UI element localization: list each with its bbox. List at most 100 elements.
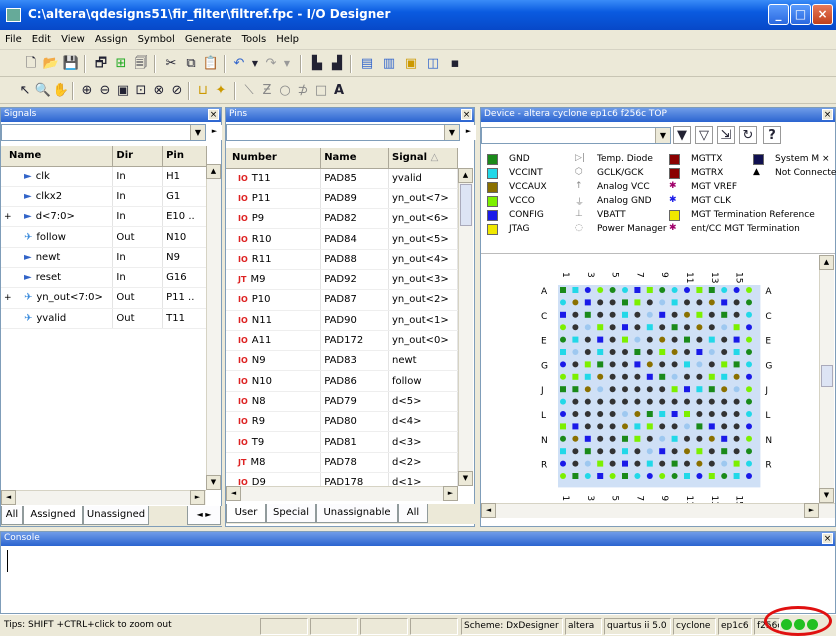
table-row[interactable]: + ► d<7:0> In E10 .. — [1, 206, 207, 228]
menu-generate[interactable]: Generate — [180, 30, 237, 45]
zoom-in-icon[interactable]: ⊕ — [78, 82, 96, 100]
menu-view[interactable]: View — [56, 30, 90, 45]
chevron-down-icon[interactable]: ▼ — [655, 128, 670, 143]
expand-icon[interactable]: + — [4, 293, 12, 303]
menu-assign[interactable]: Assign — [90, 30, 133, 45]
pins-filter-combo[interactable]: ▼ — [226, 124, 460, 141]
tab-special[interactable]: Special — [266, 504, 316, 523]
column-header-number[interactable]: Number — [226, 148, 322, 169]
scroll-right-icon[interactable]: ► — [443, 486, 458, 501]
draw-arc-icon[interactable]: ⊅ — [294, 82, 312, 100]
export-icon[interactable]: 🗐 — [132, 55, 150, 73]
chevron-down-icon[interactable]: ▼ — [444, 125, 459, 140]
table-row[interactable]: IO R11 PAD88 yn_out<4> — [226, 249, 458, 270]
tab-scroll-arrows[interactable]: ◄ ► — [187, 506, 221, 525]
scroll-left-icon[interactable]: ◄ — [481, 503, 496, 518]
help-icon[interactable]: ? — [763, 126, 781, 144]
menu-symbol[interactable]: Symbol — [133, 30, 180, 45]
select-arrow-icon[interactable]: ↖ — [16, 82, 34, 100]
save-icon[interactable]: 💾 — [62, 55, 80, 73]
menu-edit[interactable]: Edit — [27, 30, 56, 45]
column-header-name[interactable]: Name — [1, 146, 114, 167]
close-icon[interactable]: × — [461, 109, 472, 120]
menu-tools[interactable]: Tools — [237, 30, 272, 45]
copy-icon[interactable]: ⧉ — [182, 55, 200, 73]
chevron-right-icon[interactable]: ► — [461, 125, 476, 140]
zoom-tool-icon[interactable]: 🔍 — [34, 82, 52, 100]
bga-package-diagram[interactable]: 1133557799111113131515A AC CE EG GJ JL LN NR R — [481, 255, 819, 507]
chevron-down-icon[interactable]: ▼ — [190, 125, 205, 140]
zoom-select-icon[interactable]: ⊗ — [150, 82, 168, 100]
scroll-down-icon[interactable]: ▼ — [206, 475, 221, 490]
pins-horizontal-scrollbar[interactable]: ◄ ► — [226, 486, 458, 501]
table-row[interactable]: IO R9 PAD80 d<4> — [226, 411, 458, 433]
draw-rect-icon[interactable]: □ — [312, 82, 330, 100]
scroll-right-icon[interactable]: ► — [804, 503, 819, 518]
symbol-icon[interactable]: ⊞ — [112, 55, 130, 73]
tab-unassigned[interactable]: Unassigned — [83, 506, 149, 525]
pins-view-icon[interactable]: ▥ — [380, 55, 398, 73]
sort-icon[interactable]: ⇲ — [717, 126, 735, 144]
table-row[interactable]: ✈ yvalid Out T11 — [1, 308, 207, 329]
table-row[interactable]: ✈ follow Out N10 — [1, 226, 207, 248]
scroll-left-icon[interactable]: ◄ — [1, 490, 16, 505]
new-file-icon[interactable]: 🗋 — [22, 55, 40, 73]
table-row[interactable]: ► reset In G16 — [1, 267, 207, 289]
zoom-out-icon[interactable]: ⊖ — [96, 82, 114, 100]
pin-right-icon[interactable]: ▟ — [328, 55, 346, 73]
scroll-up-icon[interactable]: ▲ — [458, 168, 473, 183]
table-row[interactable]: IO P11 PAD89 yn_out<7> — [226, 188, 458, 210]
table-row[interactable]: IO N9 PAD83 newt — [226, 350, 458, 372]
table-row[interactable]: ► clkx2 In G1 — [1, 186, 207, 208]
redo-dropdown-icon[interactable]: ▼ — [278, 55, 296, 73]
filter-icon[interactable]: ▼ — [673, 126, 691, 144]
zoom-area-icon[interactable]: ⊡ — [132, 82, 150, 100]
draw-text-icon[interactable]: A — [330, 82, 348, 100]
tab-assigned[interactable]: Assigned — [23, 506, 83, 525]
draw-line-icon[interactable]: ⟍ — [240, 82, 258, 100]
symbol-view-icon[interactable]: ◫ — [424, 55, 442, 73]
tab-user[interactable]: User — [226, 504, 266, 523]
expand-icon[interactable]: + — [4, 212, 12, 222]
add-symbol-icon[interactable]: ⊔ — [194, 82, 212, 100]
menu-help[interactable]: Help — [271, 30, 304, 45]
tab-all[interactable]: All — [398, 504, 428, 523]
device-vertical-scrollbar[interactable]: ▲ ▼ — [819, 255, 834, 503]
table-row[interactable]: IO N11 PAD90 yn_out<1> — [226, 310, 458, 331]
signals-filter-combo[interactable]: ▼ — [1, 124, 206, 141]
table-row[interactable]: IO P9 PAD82 yn_out<6> — [226, 208, 458, 230]
draw-circle-icon[interactable]: ○ — [276, 82, 294, 100]
maximize-button[interactable]: □ — [790, 4, 811, 25]
table-row[interactable]: IO T11 PAD85 yvalid — [226, 168, 458, 189]
scroll-down-icon[interactable]: ▼ — [458, 471, 473, 486]
cut-icon[interactable]: ✂ — [162, 55, 180, 73]
table-row[interactable]: IO T9 PAD81 d<3> — [226, 431, 458, 453]
scroll-thumb[interactable] — [460, 184, 472, 226]
table-row[interactable]: JT M9 PAD92 yn_out<3> — [226, 269, 458, 291]
device-filter-combo[interactable]: ▼ — [481, 127, 671, 144]
scroll-left-icon[interactable]: ◄ — [226, 486, 241, 501]
scroll-thumb[interactable] — [821, 365, 833, 387]
column-header-pin[interactable]: Pin — [162, 146, 207, 167]
table-row[interactable]: ► newt In N9 — [1, 247, 207, 268]
minimize-button[interactable]: _ — [768, 4, 789, 25]
scroll-up-icon[interactable]: ▲ — [819, 255, 834, 270]
console-output[interactable] — [2, 548, 834, 612]
properties-icon[interactable]: 🗗 — [92, 55, 110, 73]
signals-vertical-scrollbar[interactable]: ▲ ▼ — [206, 164, 221, 490]
close-icon[interactable]: × — [208, 109, 219, 120]
zoom-previous-icon[interactable]: ⊘ — [168, 82, 186, 100]
scroll-down-icon[interactable]: ▼ — [819, 488, 834, 503]
scroll-up-icon[interactable]: ▲ — [206, 164, 221, 179]
open-folder-icon[interactable]: 📂 — [42, 55, 60, 73]
device-horizontal-scrollbar[interactable]: ◄ ► — [481, 503, 835, 518]
scroll-right-icon[interactable]: ► — [190, 490, 205, 505]
table-row[interactable]: IO R10 PAD84 yn_out<5> — [226, 228, 458, 250]
pins-vertical-scrollbar[interactable]: ▲ ▼ — [458, 168, 473, 486]
signals-horizontal-scrollbar[interactable]: ◄ ► — [1, 490, 206, 505]
paste-icon[interactable]: 📋 — [202, 55, 220, 73]
console-view-icon[interactable]: ▪ — [446, 55, 464, 73]
pan-hand-icon[interactable]: ✋ — [52, 82, 70, 100]
column-header-dir[interactable]: Dir — [112, 146, 164, 167]
close-button[interactable]: × — [812, 4, 833, 25]
